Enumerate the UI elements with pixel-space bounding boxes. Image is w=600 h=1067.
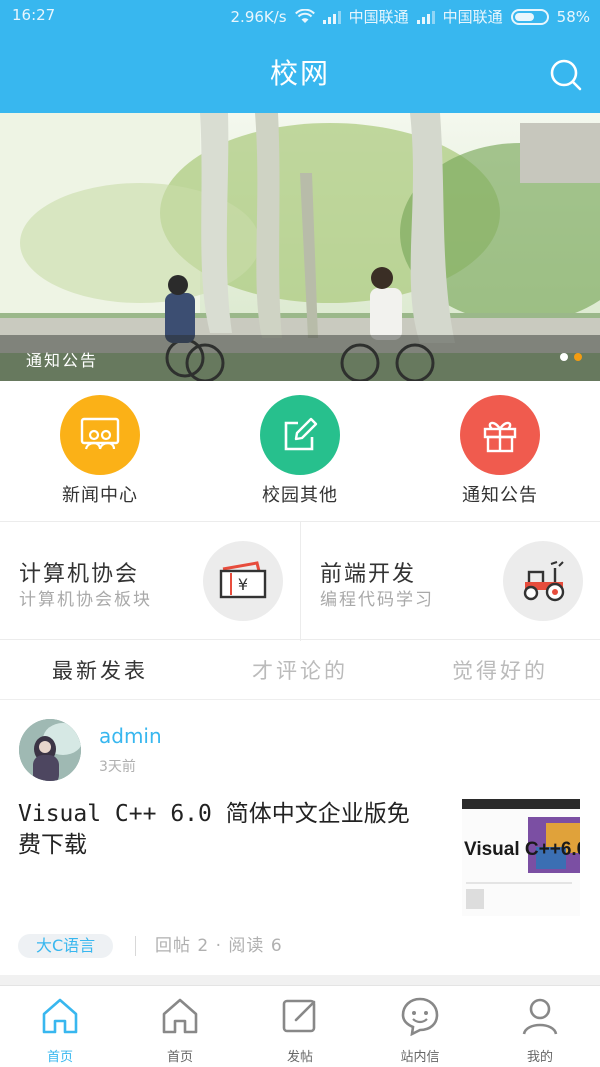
carousel-dots <box>560 353 582 361</box>
category-subtitle: 编程代码学习 <box>320 590 434 610</box>
category-computer-association[interactable]: 计算机协会 计算机协会板块 ¥ <box>0 522 300 641</box>
bottom-nav-label: 站内信 <box>400 1050 440 1065</box>
status-bar: 16:27 2.96K/s 中国联通 中国联通 58% <box>0 0 600 32</box>
carrier-2: 中国联通 <box>442 8 503 26</box>
quick-nav-notice[interactable]: 通知公告 <box>430 395 570 507</box>
post-tag[interactable]: 大C语言 <box>18 934 114 958</box>
status-time: 16:27 <box>12 6 56 24</box>
battery-icon <box>510 8 549 25</box>
search-icon[interactable] <box>549 58 583 92</box>
bottom-nav-messages[interactable]: 站内信 <box>360 996 480 1065</box>
category-title: 前端开发 <box>320 562 417 587</box>
bottom-nav-label: 首页 <box>46 1050 73 1065</box>
app-header: 16:27 2.96K/s 中国联通 中国联通 58% 校网 <box>0 0 600 113</box>
bottom-nav: 首页 首页 发帖 站内信 我的 <box>0 985 600 1067</box>
bottom-nav-home[interactable]: 首页 <box>0 996 120 1065</box>
section-divider <box>0 975 600 985</box>
quick-nav-label: 校园其他 <box>262 485 338 506</box>
category-title: 计算机协会 <box>19 562 140 587</box>
post-author[interactable]: admin <box>99 724 162 748</box>
gift-icon <box>460 395 540 475</box>
tractor-icon <box>503 541 583 621</box>
post-stats: 回帖 2 · 阅读 6 <box>155 936 283 956</box>
wifi-icon <box>294 9 315 23</box>
user-icon <box>522 998 558 1035</box>
svg-text:¥: ¥ <box>238 575 248 594</box>
post-thumbnail[interactable]: Visual C++6.0 <box>462 799 580 916</box>
edit-icon <box>260 395 340 475</box>
post-title[interactable]: Visual C++ 6.0 简体中文企业版免费下载 <box>18 799 418 861</box>
signal-icon <box>322 10 341 24</box>
banner-carousel[interactable]: 通知公告 <box>0 113 600 381</box>
category-grid: 计算机协会 计算机协会板块 ¥ 前端开发 编程代码学习 <box>0 521 600 641</box>
status-right: 2.96K/s 中国联通 中国联通 58% <box>231 6 590 27</box>
bottom-nav-compose[interactable]: 发帖 <box>240 996 360 1065</box>
category-subtitle: 计算机协会板块 <box>19 590 152 610</box>
bottom-nav-profile[interactable]: 我的 <box>480 996 600 1065</box>
tab-latest[interactable]: 最新发表 <box>0 655 200 685</box>
avatar[interactable] <box>19 719 81 781</box>
people-board-icon <box>60 395 140 475</box>
tab-liked[interactable]: 觉得好的 <box>400 655 600 685</box>
post-time: 3天前 <box>99 759 136 775</box>
banner-caption-bar: 通知公告 <box>0 335 600 381</box>
bottom-nav-label: 首页 <box>166 1050 193 1065</box>
banner-caption: 通知公告 <box>26 351 99 370</box>
money-ticket-icon: ¥ <box>203 541 283 621</box>
home-icon <box>162 998 198 1034</box>
bottom-nav-home-2[interactable]: 首页 <box>120 996 240 1065</box>
category-frontend[interactable]: 前端开发 编程代码学习 <box>300 522 600 641</box>
carousel-dot[interactable] <box>560 353 568 361</box>
post-card[interactable]: admin 3天前 Visual C++ 6.0 简体中文企业版免费下载 Vis… <box>0 700 600 975</box>
bottom-nav-label: 我的 <box>526 1050 553 1065</box>
home-icon <box>42 998 78 1034</box>
compose-icon <box>282 999 316 1033</box>
quick-nav-news[interactable]: 新闻中心 <box>30 395 170 507</box>
quick-nav-label: 新闻中心 <box>62 485 138 506</box>
quick-nav-campus[interactable]: 校园其他 <box>230 395 370 507</box>
post-tabs: 最新发表 才评论的 觉得好的 <box>0 640 600 700</box>
network-speed: 2.96K/s <box>230 7 287 26</box>
bottom-nav-label: 发帖 <box>286 1050 313 1065</box>
chat-face-icon <box>401 997 439 1037</box>
battery-level: 58% <box>556 7 590 26</box>
carousel-dot-active[interactable] <box>574 353 582 361</box>
signal-icon-2 <box>416 10 435 24</box>
quick-nav: 新闻中心 校园其他 通知公告 <box>0 381 600 521</box>
tab-recently-commented[interactable]: 才评论的 <box>200 655 400 685</box>
carrier-1: 中国联通 <box>348 8 409 26</box>
page-title: 校网 <box>269 57 330 90</box>
post-meta-divider <box>135 936 136 956</box>
quick-nav-label: 通知公告 <box>462 485 538 506</box>
thumb-text: Visual C++6.0 <box>464 839 580 860</box>
